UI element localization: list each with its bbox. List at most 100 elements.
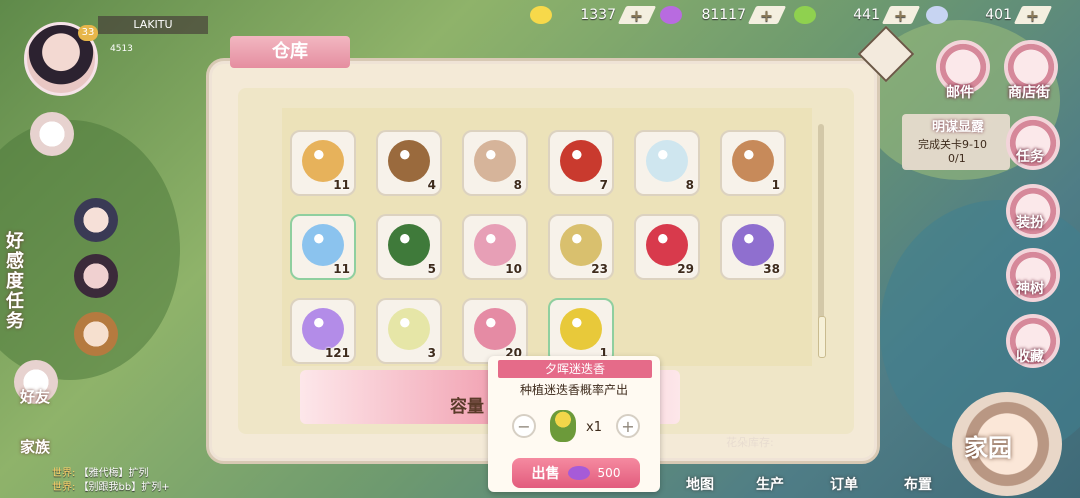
item-count: 5 — [427, 262, 436, 276]
stump-icon — [388, 140, 430, 182]
crystal-star-icon — [302, 224, 344, 266]
order-button[interactable]: 订单 — [830, 474, 858, 494]
item-count: 11 — [333, 262, 350, 276]
scrollbar-thumb[interactable] — [818, 316, 826, 358]
sell-label: 出售 — [531, 466, 560, 482]
lavender-icon — [732, 224, 774, 266]
goodwill-task-button[interactable]: 好感度任务 — [6, 232, 26, 332]
player-level-badge: 33 — [78, 25, 98, 41]
increase-quantity-button[interactable]: + — [616, 414, 640, 438]
item-count: 1 — [771, 178, 780, 192]
item-slot[interactable]: 1 — [548, 298, 614, 364]
item-count: 8 — [513, 178, 522, 192]
resource-candy: 81117 + — [660, 4, 787, 26]
player-id: 4513 — [110, 44, 133, 54]
player-name: LAKITU — [98, 16, 208, 34]
radish-icon — [646, 224, 688, 266]
flower-basket-icon — [474, 308, 516, 350]
white-chrysanthemum-icon — [646, 140, 688, 182]
item-slot[interactable]: 5 — [376, 214, 442, 280]
quest-title: 明谋显露 — [932, 120, 985, 135]
collect-label: 收藏 — [1016, 349, 1044, 365]
tree-label: 神树 — [1016, 281, 1044, 297]
popup-title: 夕晖迷迭香 — [498, 360, 652, 378]
item-slot[interactable]: 10 — [462, 214, 528, 280]
add-cloud-button[interactable]: + — [1013, 6, 1053, 25]
item-slot[interactable]: 38 — [720, 214, 786, 280]
cloud-icon — [926, 6, 948, 24]
item-slot[interactable]: 23 — [548, 214, 614, 280]
item-count: 8 — [685, 178, 694, 192]
pink-nest-icon — [474, 224, 516, 266]
resource-cloud: 401 + — [926, 4, 1053, 26]
sell-button[interactable]: 出售 500 — [512, 458, 640, 488]
add-candy-button[interactable]: + — [747, 6, 787, 25]
chat-line[interactable]: 世界: 【别跟我bb】扩列+ — [52, 478, 170, 493]
character-avatar-1[interactable] — [74, 198, 118, 242]
rosemary-icon — [550, 410, 576, 442]
layout-button[interactable]: 布置 — [904, 474, 932, 494]
resource-stars: 1337 + — [530, 4, 657, 26]
pie-icon — [302, 140, 344, 182]
item-slot[interactable]: 8 — [634, 130, 700, 196]
quantity-value: x1 — [586, 420, 602, 435]
item-count: 4 — [427, 178, 436, 192]
rosemary-icon — [560, 308, 602, 350]
decrease-quantity-button[interactable]: − — [512, 414, 536, 438]
item-count: 23 — [591, 262, 608, 276]
item-slot[interactable]: 20 — [462, 298, 528, 364]
dress-label: 装扮 — [1016, 215, 1044, 231]
mail-label: 邮件 — [946, 85, 974, 101]
sunflower-button[interactable] — [30, 112, 74, 156]
resource-leaf: 441 + — [794, 4, 921, 26]
produce-button[interactable]: 生产 — [756, 474, 784, 494]
leaf-icon — [794, 6, 816, 24]
flower-stock-label: 花朵库存: — [726, 436, 774, 449]
home-label: 家园 — [964, 434, 1012, 462]
friends-label: 好友 — [20, 388, 51, 406]
goji-berry-icon — [560, 140, 602, 182]
family-label[interactable]: 家族 — [20, 436, 50, 457]
character-avatar-3[interactable] — [74, 312, 118, 356]
item-slot[interactable]: 1 — [720, 130, 786, 196]
candy-icon — [660, 6, 682, 24]
add-leaf-button[interactable]: + — [881, 6, 921, 25]
quest-tracker[interactable]: 明谋显露 完成关卡9-10 0/1 — [902, 114, 1010, 170]
item-slot[interactable]: 11 — [290, 214, 356, 280]
candy-icon — [567, 466, 590, 480]
panel-title: 仓库 — [230, 36, 350, 68]
egg-nest-icon — [560, 224, 602, 266]
herb-leaf-icon — [388, 224, 430, 266]
item-count: 121 — [324, 346, 350, 360]
item-slot[interactable]: 7 — [548, 130, 614, 196]
item-slot[interactable]: 11 — [290, 130, 356, 196]
item-slot[interactable]: 121 — [290, 298, 356, 364]
capacity-label: 容量 — [450, 397, 484, 417]
item-count: 11 — [333, 178, 350, 192]
item-slot[interactable]: 8 — [462, 130, 528, 196]
item-grid: 11 4 8 7 8 1 11 5 10 23 29 38 121 3 20 1 — [282, 108, 812, 366]
flour-sack-icon — [474, 140, 516, 182]
item-slot[interactable]: 29 — [634, 214, 700, 280]
item-count: 29 — [677, 262, 694, 276]
add-stars-button[interactable]: + — [617, 6, 657, 25]
purple-flower-icon — [302, 308, 344, 350]
popup-description: 种植迷迭香概率产出 — [519, 383, 628, 397]
citrus-slice-icon — [388, 308, 430, 350]
chat-channel: 世界: — [52, 482, 76, 493]
character-avatar-2[interactable] — [74, 254, 118, 298]
chat-line[interactable]: 世界: 【雅代梅】扩列 — [52, 464, 149, 479]
item-slot[interactable]: 3 — [376, 298, 442, 364]
item-count: 38 — [763, 262, 780, 276]
resource-value: 81117 — [701, 7, 746, 23]
item-count: 7 — [599, 178, 608, 192]
quest-desc: 完成关卡9-10 — [918, 138, 987, 151]
item-count: 3 — [427, 346, 436, 360]
item-slot[interactable]: 4 — [376, 130, 442, 196]
quest-progress: 0/1 — [948, 152, 966, 165]
item-count: 10 — [505, 262, 522, 276]
map-button[interactable]: 地图 — [686, 474, 714, 494]
task-label: 任务 — [1016, 149, 1044, 165]
resource-value: 401 — [985, 7, 1012, 23]
resource-value: 441 — [853, 7, 880, 23]
